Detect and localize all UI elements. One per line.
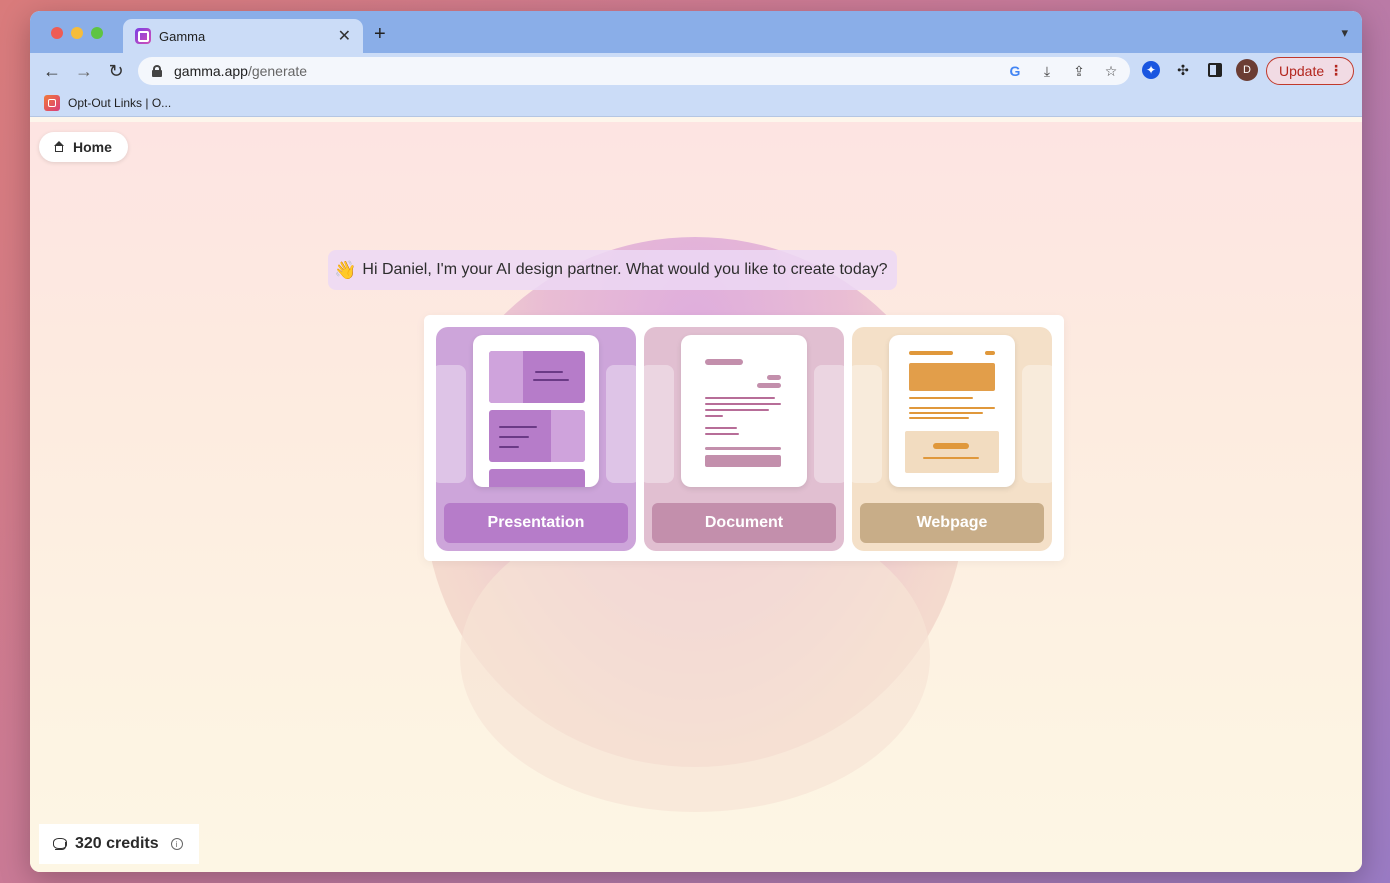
- share-icon[interactable]: ⇪: [1070, 62, 1088, 80]
- tab-title: Gamma: [159, 28, 206, 44]
- tab-close-icon[interactable]: ✕: [338, 26, 351, 46]
- card-ghost: [852, 365, 882, 483]
- webpage-thumbnail: [889, 335, 1015, 487]
- info-icon[interactable]: i: [170, 838, 183, 850]
- url-path: /generate: [247, 63, 308, 79]
- document-card[interactable]: Document: [644, 327, 844, 551]
- browser-toolbar: ← → ↻ gamma.app/generate G ⤓ ⇪ ☆ ✦ ✣ D U…: [30, 53, 1362, 89]
- tab-search-chevron-icon[interactable]: ▾: [1341, 25, 1348, 41]
- google-lens-icon[interactable]: G: [1006, 62, 1024, 80]
- browser-window: Gamma ✕ + ▾ ← → ↻ gamma.app/generate G ⤓…: [30, 11, 1362, 872]
- extensions-area: ✦ ✣ D: [1140, 59, 1258, 81]
- gamma-favicon-icon: [135, 28, 151, 44]
- maximize-window-button[interactable]: [91, 27, 103, 39]
- more-menu-icon: ⋮: [1329, 62, 1343, 78]
- back-button[interactable]: ←: [36, 61, 68, 82]
- slide-preview: [489, 410, 585, 462]
- greeting-text: Hi Daniel, I'm your AI design partner. W…: [362, 261, 888, 278]
- document-thumbnail: [681, 335, 807, 487]
- slide-preview: [489, 351, 585, 403]
- webpage-card[interactable]: Webpage: [852, 327, 1052, 551]
- page-content: Home 👋 Hi Daniel, I'm your AI design par…: [30, 122, 1362, 872]
- minimize-window-button[interactable]: [71, 27, 83, 39]
- presentation-thumbnail: [473, 335, 599, 487]
- card-ghost: [436, 365, 466, 483]
- slide-preview: [489, 469, 585, 487]
- wave-emoji-icon: 👋: [334, 259, 357, 280]
- bookmark-opt-out-links[interactable]: Opt-Out Links | O...: [68, 96, 171, 110]
- profile-avatar[interactable]: D: [1236, 59, 1258, 81]
- webpage-button[interactable]: Webpage: [860, 503, 1044, 543]
- address-bar-actions: G ⤓ ⇪ ☆: [1006, 62, 1120, 80]
- card-ghost: [606, 365, 636, 483]
- url-host: gamma.app: [174, 63, 248, 79]
- home-icon: [53, 141, 65, 153]
- install-app-icon[interactable]: ⤓: [1038, 62, 1056, 80]
- forward-button[interactable]: →: [68, 61, 100, 82]
- card-ghost: [644, 365, 674, 483]
- tab-strip: Gamma ✕ + ▾: [30, 11, 1362, 53]
- extension-blue-icon[interactable]: ✦: [1140, 59, 1162, 81]
- home-button[interactable]: Home: [39, 132, 128, 162]
- new-tab-button[interactable]: +: [374, 23, 386, 46]
- reload-button[interactable]: ↻: [100, 61, 132, 82]
- greeting-bubble: 👋 Hi Daniel, I'm your AI design partner.…: [328, 250, 897, 290]
- coins-icon: [53, 837, 67, 851]
- card-ghost: [1022, 365, 1052, 483]
- home-label: Home: [73, 139, 112, 155]
- address-bar[interactable]: gamma.app/generate G ⤓ ⇪ ☆: [138, 57, 1130, 85]
- update-label: Update: [1279, 63, 1325, 79]
- lock-icon[interactable]: [152, 65, 162, 77]
- presentation-button[interactable]: Presentation: [444, 503, 628, 543]
- browser-tab[interactable]: Gamma ✕: [123, 19, 363, 53]
- card-ghost: [814, 365, 844, 483]
- close-window-button[interactable]: [51, 27, 63, 39]
- credits-label: 320 credits: [75, 835, 159, 852]
- side-panel-icon[interactable]: [1204, 59, 1226, 81]
- bookmark-favicon-icon: [44, 94, 60, 111]
- bookmarks-bar: Opt-Out Links | O...: [30, 89, 1362, 117]
- bookmark-star-icon[interactable]: ☆: [1102, 62, 1120, 80]
- update-button[interactable]: Update ⋮: [1266, 57, 1354, 85]
- document-button[interactable]: Document: [652, 503, 836, 543]
- presentation-card[interactable]: Presentation: [436, 327, 636, 551]
- credits-badge[interactable]: 320 credits i: [39, 824, 199, 864]
- format-picker: Presentation Document Webpage: [424, 315, 1064, 561]
- puzzle-extensions-icon[interactable]: ✣: [1172, 59, 1194, 81]
